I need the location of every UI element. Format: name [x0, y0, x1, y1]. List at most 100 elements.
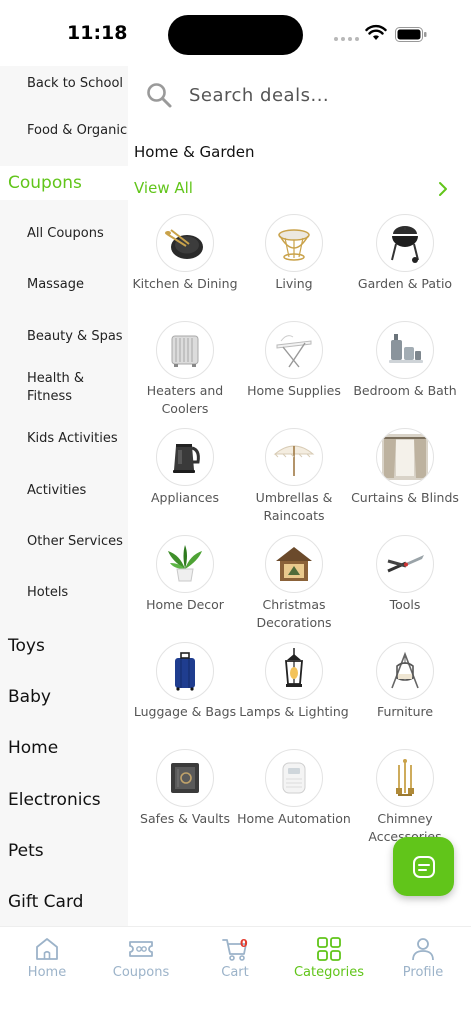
category-label: Tools [389, 597, 421, 612]
signal-icon [334, 37, 359, 41]
category-label: Lamps & Lighting [239, 704, 349, 719]
tab-label: Categories [293, 965, 365, 980]
sidebar-item-baby[interactable]: Baby [8, 682, 128, 712]
search-input[interactable] [189, 84, 449, 106]
shears-icon [376, 535, 434, 593]
category-label: Christmas Decorations [256, 597, 332, 630]
category-label: Luggage & Bags [133, 704, 237, 719]
sidebar-item-gift-card[interactable]: Gift Card [8, 887, 128, 917]
drying-rack-icon [265, 321, 323, 379]
suitcase-icon [156, 642, 214, 700]
cart-count-badge: 0 [240, 937, 248, 950]
category-tile-tools[interactable]: Tools [348, 535, 462, 614]
bottom-tab-bar: Home Coupons 0 Cart Categories Profile [0, 926, 471, 1024]
tab-label: Profile [402, 965, 444, 980]
search-icon[interactable] [145, 81, 173, 109]
category-label: Safes & Vaults [140, 811, 230, 826]
category-tile-curtains-blinds[interactable]: Curtains & Blinds [348, 428, 462, 507]
tab-categories[interactable]: Categories [282, 935, 376, 980]
curtains-icon [376, 428, 434, 486]
grill-icon [376, 214, 434, 272]
fireplace-tools-icon [376, 749, 434, 807]
search-bar[interactable] [140, 72, 460, 118]
category-label: Home Automation [237, 811, 351, 826]
bath-set-icon [376, 321, 434, 379]
sidebar-item-food-organic[interactable]: Food & Organic [27, 111, 128, 151]
sidebar-item-back-to-school[interactable]: Back to School [27, 70, 128, 98]
battery-icon [395, 27, 427, 42]
category-tile-living[interactable]: Living [237, 214, 351, 293]
ticket-icon [129, 941, 153, 957]
sidebar-item-hotels[interactable]: Hotels [27, 579, 128, 607]
category-tile-bedroom-bath[interactable]: Bedroom & Bath [348, 321, 462, 400]
tab-home[interactable]: Home [0, 935, 94, 980]
sidebar-item-activities[interactable]: Activities [27, 477, 128, 505]
chat-icon [412, 855, 435, 878]
tab-profile[interactable]: Profile [376, 935, 470, 980]
section-title: Home & Garden [134, 143, 255, 161]
category-tile-appliances[interactable]: Appliances [128, 428, 242, 507]
cookware-icon [156, 214, 214, 272]
category-label: Home Supplies [247, 383, 341, 398]
chevron-right-icon[interactable] [437, 181, 449, 197]
wifi-icon [365, 24, 387, 40]
tab-label: Coupons [112, 965, 170, 980]
category-tile-lamps-lighting[interactable]: Lamps & Lighting [237, 642, 351, 721]
category-tile-heaters-coolers[interactable]: Heaters and Coolers [128, 321, 242, 418]
category-tile-kitchen-dining[interactable]: Kitchen & Dining [128, 214, 242, 293]
category-tile-luggage-bags[interactable]: Luggage & Bags [128, 642, 242, 721]
tab-coupons[interactable]: Coupons [94, 935, 188, 980]
category-label: Appliances [150, 490, 220, 505]
safe-icon [156, 749, 214, 807]
view-all-link[interactable]: View All [134, 179, 193, 197]
thermostat-icon [265, 749, 323, 807]
heater-icon [156, 321, 214, 379]
sidebar-item-pets[interactable]: Pets [8, 836, 128, 866]
swing-chair-icon [376, 642, 434, 700]
category-tile-home-decor[interactable]: Home Decor [128, 535, 242, 614]
category-tile-home-supplies[interactable]: Home Supplies [237, 321, 351, 400]
tab-cart[interactable]: 0 Cart [188, 935, 282, 980]
plant-icon [156, 535, 214, 593]
grid-icon [317, 937, 341, 961]
sidebar-item-other-services[interactable]: Other Services [27, 528, 128, 556]
sidebar-item-massage[interactable]: Massage [27, 271, 128, 299]
side-table-icon [265, 214, 323, 272]
category-label: Heaters and Coolers [146, 383, 224, 416]
chat-button[interactable] [393, 837, 454, 896]
category-tile-home-automation[interactable]: Home Automation [237, 749, 351, 828]
category-label: Living [275, 276, 313, 291]
status-bar: 11:18 [0, 0, 471, 66]
category-tile-christmas-decorations[interactable]: Christmas Decorations [237, 535, 351, 632]
category-tile-umbrellas-raincoats[interactable]: Umbrellas & Raincoats [237, 428, 351, 525]
lantern-icon [265, 642, 323, 700]
status-time: 11:18 [67, 22, 128, 44]
sidebar-item-toys[interactable]: Toys [8, 631, 128, 661]
sidebar-item-beauty-spas[interactable]: Beauty & Spas [27, 323, 128, 351]
home-icon [36, 938, 58, 960]
sidebar-item-all-coupons[interactable]: All Coupons [27, 220, 128, 248]
category-label: Curtains & Blinds [351, 490, 459, 505]
category-tile-furniture[interactable]: Furniture [348, 642, 462, 721]
category-tile-safes-vaults[interactable]: Safes & Vaults [128, 749, 242, 828]
kettle-icon [156, 428, 214, 486]
user-icon [412, 938, 434, 961]
category-label: Bedroom & Bath [353, 383, 457, 398]
sidebar-item-kids-activities[interactable]: Kids Activities [27, 425, 128, 453]
dynamic-island [168, 15, 303, 55]
category-tile-garden-patio[interactable]: Garden & Patio [348, 214, 462, 293]
category-label: Umbrellas & Raincoats [255, 490, 333, 523]
category-sidebar[interactable]: Back to School Food & Organic Coupons Al… [0, 66, 128, 926]
category-label: Garden & Patio [357, 276, 453, 291]
sidebar-item-health-fitness[interactable]: Health & Fitness [27, 368, 128, 408]
tab-label: Cart [221, 965, 249, 980]
sidebar-item-electronics[interactable]: Electronics [8, 785, 128, 815]
category-label: Home Decor [146, 597, 224, 612]
category-label: Furniture [376, 704, 434, 719]
sidebar-item-home[interactable]: Home [8, 733, 128, 763]
sidebar-item-coupons[interactable]: Coupons [0, 166, 128, 200]
category-tile-chimney-accessories[interactable]: Chimney Accessories [348, 749, 462, 846]
tab-label: Home [27, 965, 67, 980]
category-label: Kitchen & Dining [132, 276, 238, 291]
christmas-house-icon [265, 535, 323, 593]
